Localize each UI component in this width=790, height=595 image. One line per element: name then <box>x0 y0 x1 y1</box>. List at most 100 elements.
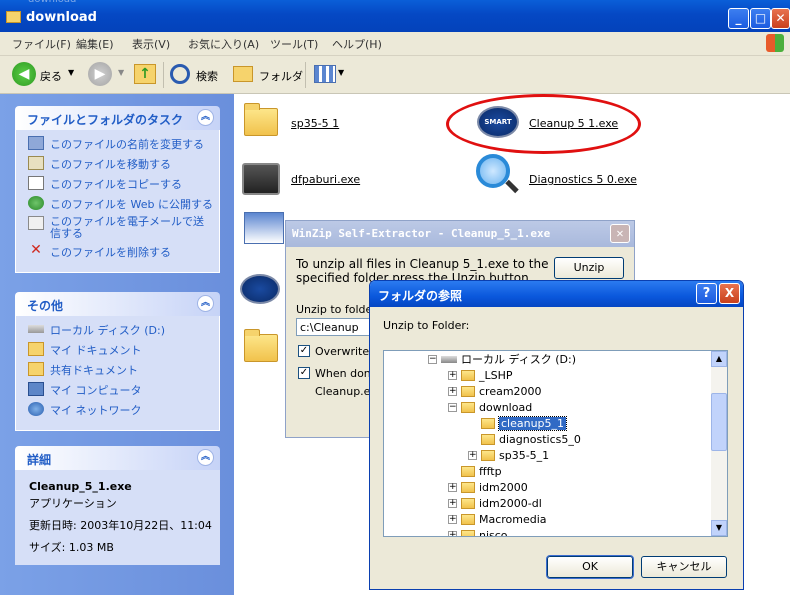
collapse-icon[interactable]: − <box>448 402 457 412</box>
folder-tree[interactable]: − ローカル ディスク (D:) + _LSHP + cream2000 − downl… <box>383 350 728 537</box>
scroll-thumb[interactable] <box>711 393 727 451</box>
overwrite-checkbox[interactable]: ✓ <box>298 345 310 357</box>
tree-item-macromedia[interactable]: + Macromedia <box>448 511 547 527</box>
task-label: このファイルをコピーする <box>50 178 182 191</box>
scroll-down-icon[interactable]: ▼ <box>711 520 727 536</box>
folder-icon <box>461 513 475 525</box>
close-button[interactable]: ✕ <box>771 8 790 29</box>
search-button-label[interactable]: 検索 <box>196 68 218 84</box>
task-publish[interactable]: このファイルを Web に公開する <box>28 196 219 216</box>
tree-label: download <box>479 400 533 414</box>
menu-help[interactable]: ヘルプ(H) <box>332 36 382 52</box>
collapse-icon[interactable]: − <box>428 354 437 364</box>
other-my-documents[interactable]: マイ ドキュメント <box>28 342 219 362</box>
file-dfpaburi-exe[interactable]: dfpaburi.exe <box>291 173 360 186</box>
tree-item-lshp[interactable]: + _LSHP <box>448 367 513 383</box>
winzip-titlebar[interactable]: WinZip Self-Extractor - Cleanup_5_1.exe … <box>286 221 634 247</box>
minimize-button[interactable]: _ <box>728 8 749 29</box>
file-diagnostics-exe[interactable]: Diagnostics 5 0.exe <box>529 173 637 186</box>
back-arrow-icon[interactable]: ◀ <box>12 62 36 86</box>
close-icon[interactable]: ✕ <box>610 224 630 243</box>
help-icon[interactable]: ? <box>696 283 717 304</box>
expand-icon[interactable]: + <box>448 370 457 380</box>
expand-icon[interactable]: + <box>448 530 457 536</box>
folders-icon[interactable] <box>233 66 253 82</box>
tree-item-idm2000-dl[interactable]: + idm2000-dl <box>448 495 542 511</box>
tree-item-cleanup5-1[interactable]: cleanup5_1 <box>481 415 568 431</box>
winzip-title: WinZip Self-Extractor - Cleanup_5_1.exe <box>292 227 551 240</box>
menu-view[interactable]: 表示(V) <box>132 36 170 52</box>
search-icon[interactable] <box>170 64 190 84</box>
close-icon[interactable]: X <box>719 283 740 304</box>
up-folder-icon[interactable]: ↑ <box>134 64 156 84</box>
tree-item-nisco[interactable]: + nisco <box>448 527 508 536</box>
task-delete[interactable]: ✕ このファイルを削除する <box>28 243 219 264</box>
tree-scrollbar[interactable]: ▲ ▼ <box>711 351 727 536</box>
scroll-up-icon[interactable]: ▲ <box>711 351 727 367</box>
other-my-network[interactable]: マイ ネットワーク <box>28 402 219 422</box>
expand-icon[interactable]: + <box>448 386 457 396</box>
cancel-button[interactable]: キャンセル <box>641 556 727 578</box>
task-move[interactable]: このファイルを移動する <box>28 156 219 176</box>
unzip-button[interactable]: Unzip <box>554 257 624 279</box>
when-done-checkbox[interactable]: ✓ <box>298 367 310 379</box>
menu-tools[interactable]: ツール(T) <box>270 36 318 52</box>
window-titlebar[interactable]: download download _ □ ✕ <box>0 0 790 36</box>
tree-item-cream2000[interactable]: + cream2000 <box>448 383 542 399</box>
forward-dropdown-icon[interactable]: ▼ <box>118 68 124 77</box>
tree-item-diagnostics5-0[interactable]: diagnostics5_0 <box>481 431 581 447</box>
other-my-computer[interactable]: マイ コンピュータ <box>28 382 219 402</box>
unzip-folder-input[interactable]: c:\Cleanup <box>296 318 372 336</box>
collapse-chevron-icon[interactable]: ︽ <box>197 295 214 312</box>
folder-icon[interactable] <box>244 103 278 136</box>
program-window-icon[interactable] <box>242 163 280 195</box>
expand-icon[interactable]: + <box>448 498 457 508</box>
folder-icon[interactable] <box>244 329 278 362</box>
browse-titlebar[interactable]: フォルダの参照 ? X <box>370 281 743 307</box>
installer-icon[interactable] <box>244 212 284 244</box>
tree-item-local-disk[interactable]: − ローカル ディスク (D:) <box>428 351 576 367</box>
unzip-to-folder-label: Unzip to Folder: <box>383 319 470 332</box>
expand-icon[interactable]: + <box>468 450 477 460</box>
other-local-disk[interactable]: ローカル ディスク (D:) <box>28 322 219 342</box>
tree-label: sp35-5_1 <box>499 448 550 462</box>
task-copy[interactable]: このファイルをコピーする <box>28 176 219 196</box>
others-header[interactable]: その他 ︽ <box>15 292 220 316</box>
folder-icon <box>481 433 495 445</box>
expand-icon[interactable]: + <box>448 482 457 492</box>
tree-item-idm2000[interactable]: + idm2000 <box>448 479 528 495</box>
collapse-chevron-icon[interactable]: ︽ <box>197 109 214 126</box>
menu-favorites[interactable]: お気に入り(A) <box>188 36 259 52</box>
menu-edit[interactable]: 編集(E) <box>76 36 114 52</box>
task-rename[interactable]: このファイルの名前を変更する <box>28 136 219 156</box>
tasks-header[interactable]: ファイルとフォルダのタスク ︽ <box>15 106 220 130</box>
ok-button[interactable]: OK <box>546 555 634 579</box>
tree-item-download[interactable]: − download <box>448 399 532 415</box>
back-button-label[interactable]: 戻る <box>40 68 62 84</box>
tree-label-selected: cleanup5_1 <box>497 415 568 431</box>
task-email[interactable]: このファイルを電子メールで送信する <box>28 216 219 244</box>
tree-label: idm2000-dl <box>479 496 542 510</box>
back-dropdown-icon[interactable]: ▼ <box>68 68 74 77</box>
toolbar-divider <box>305 62 306 88</box>
task-label: このファイルを電子メールで送信する <box>50 215 204 240</box>
view-mode-icon[interactable] <box>314 65 336 83</box>
menu-file[interactable]: ファイル(F) <box>12 36 71 52</box>
maximize-button[interactable]: □ <box>750 8 771 29</box>
file-sp35-5-1[interactable]: sp35-5 1 <box>291 117 339 130</box>
folder-icon <box>461 529 475 536</box>
details-header[interactable]: 詳細 ︽ <box>15 446 220 470</box>
ghost-title: download <box>28 0 76 5</box>
expand-icon[interactable]: + <box>448 514 457 524</box>
forward-arrow-icon[interactable]: ▶ <box>88 62 112 86</box>
tree-label: ローカル ディスク (D:) <box>461 353 576 366</box>
smart-driver-icon[interactable] <box>240 274 280 304</box>
file-folder-tasks-panel: ファイルとフォルダのタスク ︽ このファイルの名前を変更する このファイルを移動… <box>15 106 220 273</box>
copy-icon <box>28 176 44 190</box>
other-shared-documents[interactable]: 共有ドキュメント <box>28 362 219 382</box>
tree-item-sp35-5-1[interactable]: + sp35-5_1 <box>468 447 549 463</box>
tree-item-ffftp[interactable]: ffftp <box>461 463 502 479</box>
view-dropdown-icon[interactable]: ▼ <box>338 68 344 77</box>
collapse-chevron-icon[interactable]: ︽ <box>197 449 214 466</box>
folders-button-label[interactable]: フォルダ <box>259 68 303 84</box>
